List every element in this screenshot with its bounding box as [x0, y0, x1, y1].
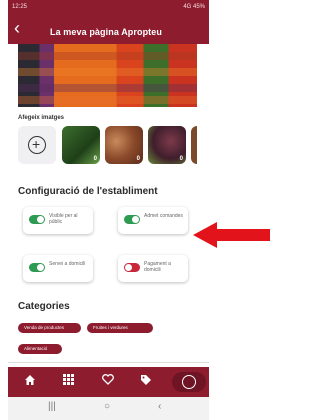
setting-label: Visible per al públic — [49, 213, 78, 225]
hero-image-vegetables — [18, 44, 197, 107]
setting-card-orders[interactable]: Admet comandes — [118, 207, 188, 234]
system-back-icon[interactable]: ‹ — [158, 401, 161, 412]
thumbnail-image[interactable]: 0 — [62, 126, 100, 164]
tag-icon[interactable] — [138, 374, 154, 390]
category-chip[interactable]: Alimentació — [18, 344, 62, 354]
status-time: 12:25 — [12, 4, 28, 10]
setting-label: Servei a domicili — [49, 261, 86, 267]
page-title: La meva pàgina Apropteu — [50, 27, 162, 37]
add-image-button[interactable]: + — [18, 126, 56, 164]
home-circle-icon[interactable]: ○ — [104, 401, 110, 412]
setting-card-visible[interactable]: Visible per al públic — [23, 207, 93, 234]
grid-icon[interactable] — [60, 374, 76, 390]
bottom-navigation — [8, 367, 209, 397]
toggle-switch[interactable] — [124, 215, 140, 224]
categories-section-title: Categories — [18, 301, 70, 312]
red-arrow-icon — [193, 222, 270, 248]
category-chip[interactable]: Fruites i verdures — [87, 323, 153, 333]
setting-label: Admet comandes — [144, 213, 183, 219]
toggle-switch[interactable] — [124, 263, 140, 272]
back-arrow-icon[interactable]: ‹ — [14, 18, 30, 38]
app-header: 12:25 4G 45% ‹ La meva pàgina Apropteu — [8, 0, 209, 44]
recent-apps-icon[interactable]: ||| — [48, 401, 56, 412]
toggle-switch[interactable] — [29, 215, 45, 224]
thumbnail-image[interactable]: 0 — [191, 126, 197, 164]
divider — [8, 362, 209, 363]
setting-card-home-payment[interactable]: Pagament a domicili — [118, 255, 188, 282]
thumbnail-count: 0 — [93, 156, 97, 162]
profile-icon[interactable] — [172, 372, 206, 392]
add-circle-icon: + — [28, 136, 46, 154]
thumbnail-image[interactable]: 0 — [105, 126, 143, 164]
setting-label: Pagament a domicili — [144, 261, 171, 273]
settings-section-title: Configuració de l'establiment — [18, 186, 158, 197]
heart-icon[interactable] — [100, 374, 116, 390]
home-icon[interactable] — [22, 374, 38, 390]
thumbnail-image[interactable]: 0 — [148, 126, 186, 164]
setting-card-home-service[interactable]: Servei a domicili — [23, 255, 93, 282]
status-bar: 12:25 4G 45% — [8, 4, 209, 14]
status-indicators: 4G 45% — [183, 4, 205, 10]
thumbnail-count: 0 — [136, 156, 140, 162]
add-images-label: Afegeix imatges — [18, 115, 65, 121]
category-chip[interactable]: Venda de productes — [18, 323, 81, 333]
toggle-switch[interactable] — [29, 263, 45, 272]
thumbnail-count: 0 — [179, 156, 183, 162]
system-navigation-bar: ||| ○ ‹ — [8, 397, 209, 420]
